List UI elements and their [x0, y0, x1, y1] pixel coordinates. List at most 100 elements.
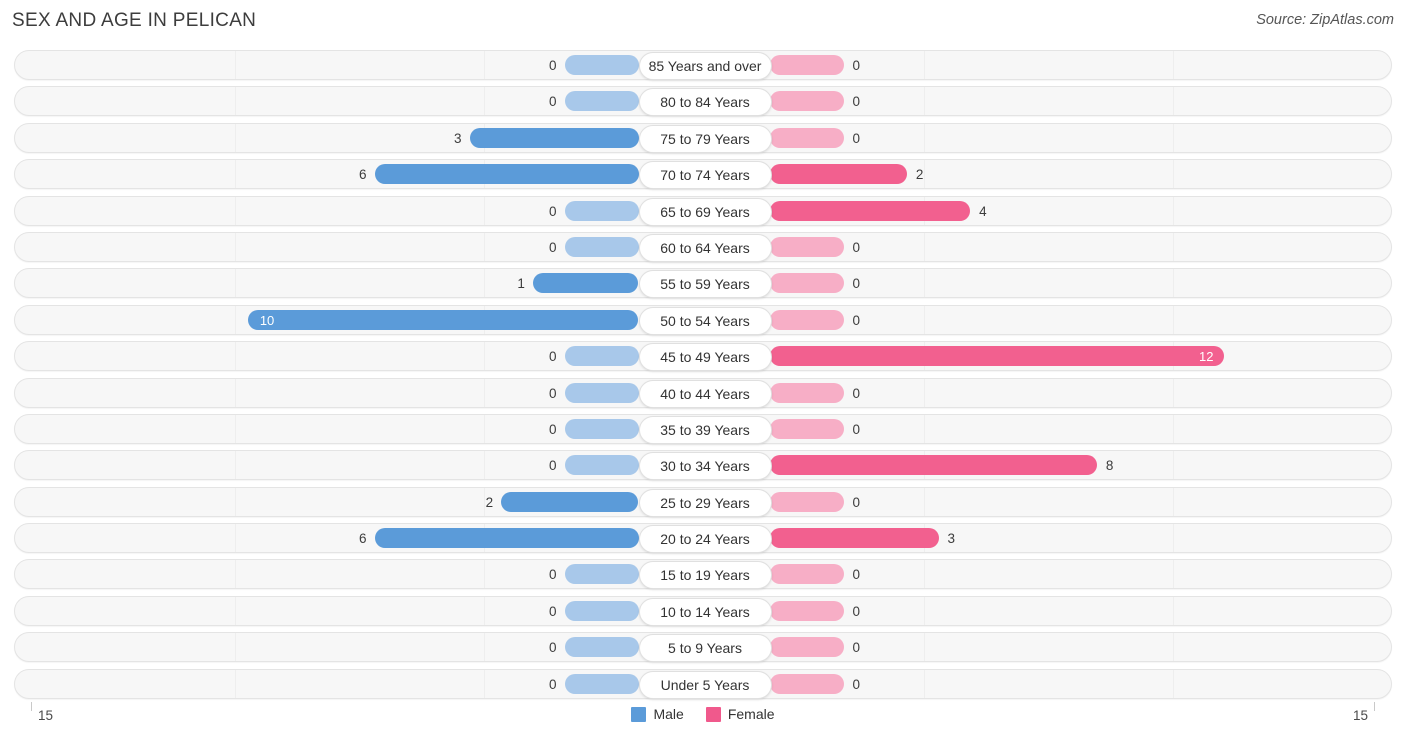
- male-value-label: 0: [548, 94, 557, 110]
- age-group-label: 70 to 74 Years: [638, 161, 772, 190]
- table-row[interactable]: 0 0 10 to 14 Years: [14, 595, 1392, 626]
- male-value-label: 0: [548, 567, 557, 583]
- female-bar[interactable]: [769, 346, 1224, 367]
- male-bar[interactable]: [564, 55, 639, 75]
- male-value-label: 6: [358, 167, 367, 183]
- female-bar[interactable]: [769, 418, 844, 439]
- legend-label-male: Male: [653, 706, 684, 722]
- male-bar[interactable]: [564, 600, 639, 621]
- source-attribution: Source: ZipAtlas.com: [1256, 12, 1394, 28]
- table-row[interactable]: 0 8 30 to 34 Years: [14, 450, 1392, 481]
- gridline: [924, 597, 925, 625]
- table-row[interactable]: 0 0 60 to 64 Years: [14, 231, 1392, 262]
- female-value-label: 0: [852, 58, 861, 73]
- gridline: [1173, 451, 1174, 479]
- male-bar[interactable]: [469, 127, 639, 148]
- gridline: [924, 633, 925, 661]
- female-bar[interactable]: [769, 164, 907, 185]
- table-row[interactable]: 6 2 70 to 74 Years: [14, 159, 1392, 190]
- gridline: [924, 670, 925, 698]
- female-bar[interactable]: [769, 600, 844, 621]
- female-bar[interactable]: [769, 55, 844, 75]
- male-bar[interactable]: [374, 528, 639, 549]
- male-bar[interactable]: [564, 200, 639, 221]
- female-bar[interactable]: [769, 528, 939, 549]
- table-row[interactable]: 0 12 45 to 49 Years: [14, 341, 1392, 372]
- male-value-label: 0: [548, 239, 557, 255]
- female-bar[interactable]: [769, 200, 971, 221]
- table-row[interactable]: 3 0 75 to 79 Years: [14, 122, 1392, 153]
- table-row[interactable]: 6 3 20 to 24 Years: [14, 523, 1392, 554]
- male-bar[interactable]: [564, 382, 639, 403]
- male-bar[interactable]: [564, 418, 639, 439]
- table-row[interactable]: 1 0 55 to 59 Years: [14, 268, 1392, 299]
- gridline: [235, 524, 236, 552]
- age-group-label: 10 to 14 Years: [638, 597, 772, 626]
- male-value-label: 3: [453, 130, 462, 146]
- male-bar[interactable]: [564, 91, 639, 112]
- table-row[interactable]: 0 0 85 Years and over: [14, 50, 1392, 80]
- male-bar[interactable]: [564, 673, 639, 694]
- gridline: [484, 379, 485, 407]
- gridline: [235, 269, 236, 297]
- legend-item-female[interactable]: Female: [705, 706, 775, 722]
- legend-item-male[interactable]: Male: [631, 706, 684, 722]
- male-bar[interactable]: [532, 273, 639, 294]
- age-group-label: 75 to 79 Years: [638, 124, 772, 153]
- gridline: [235, 342, 236, 370]
- male-bar[interactable]: [564, 637, 639, 658]
- female-bar[interactable]: [769, 564, 844, 585]
- female-bar[interactable]: [769, 236, 844, 257]
- table-row[interactable]: 0 0 15 to 19 Years: [14, 559, 1392, 590]
- gridline: [924, 379, 925, 407]
- table-row[interactable]: 0 0 5 to 9 Years: [14, 632, 1392, 663]
- female-bar[interactable]: [769, 127, 844, 148]
- male-bar[interactable]: [564, 236, 639, 257]
- male-bar[interactable]: [501, 491, 639, 512]
- male-bar[interactable]: [564, 455, 639, 476]
- female-bar[interactable]: [769, 382, 844, 403]
- legend-label-female: Female: [727, 706, 775, 722]
- gridline: [484, 451, 485, 479]
- gridline: [235, 306, 236, 334]
- gridline: [484, 342, 485, 370]
- gridline: [484, 87, 485, 115]
- chart-footer: 15 15 Male Female: [0, 702, 1406, 740]
- male-value-label: 0: [548, 421, 557, 437]
- age-group-label: 45 to 49 Years: [638, 343, 772, 372]
- gridline: [1173, 269, 1174, 297]
- gridline: [1173, 488, 1174, 516]
- gridline: [1173, 560, 1174, 588]
- gridline: [235, 197, 236, 225]
- age-group-label: 85 Years and over: [638, 52, 772, 80]
- table-row[interactable]: 0 0 40 to 44 Years: [14, 377, 1392, 408]
- gridline: [924, 51, 925, 79]
- gridline: [1173, 379, 1174, 407]
- male-bar[interactable]: [564, 346, 639, 367]
- female-bar[interactable]: [769, 273, 844, 294]
- female-bar[interactable]: [769, 455, 1097, 476]
- table-row[interactable]: 0 0 Under 5 Years: [14, 668, 1392, 699]
- table-row[interactable]: 10 0 50 to 54 Years: [14, 304, 1392, 335]
- table-row[interactable]: 0 0 80 to 84 Years: [14, 86, 1392, 117]
- male-value-label: 0: [548, 676, 557, 692]
- male-bar[interactable]: [247, 309, 639, 330]
- male-value-label: 1: [517, 276, 525, 292]
- female-bar[interactable]: [769, 309, 844, 330]
- table-row[interactable]: 0 0 35 to 39 Years: [14, 413, 1392, 444]
- gridline: [924, 488, 925, 516]
- gridline: [235, 124, 236, 152]
- age-group-label: 80 to 84 Years: [638, 88, 772, 117]
- age-group-label: 50 to 54 Years: [638, 306, 772, 335]
- female-bar[interactable]: [769, 637, 844, 658]
- female-bar[interactable]: [769, 673, 844, 694]
- male-bar[interactable]: [374, 164, 639, 185]
- table-row[interactable]: 2 0 25 to 29 Years: [14, 486, 1392, 517]
- table-row[interactable]: 0 4 65 to 69 Years: [14, 195, 1392, 226]
- female-bar[interactable]: [769, 491, 844, 512]
- female-value-label: 2: [915, 167, 924, 183]
- female-bar[interactable]: [769, 91, 844, 112]
- legend-swatch-female-icon: [705, 706, 721, 722]
- age-group-label: 40 to 44 Years: [638, 379, 772, 408]
- male-bar[interactable]: [564, 564, 639, 585]
